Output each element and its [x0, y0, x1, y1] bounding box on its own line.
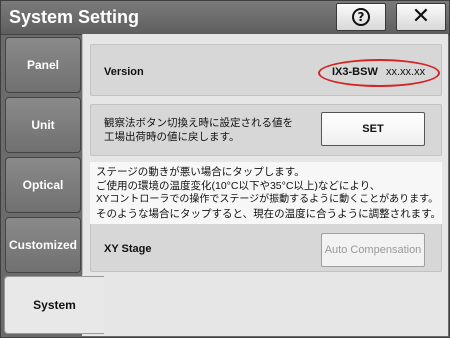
sidebar-item-label: System: [33, 298, 76, 312]
xy-stage-label: XY Stage: [104, 243, 152, 255]
help-button[interactable]: ?: [336, 3, 386, 31]
close-icon: ✕: [411, 4, 431, 29]
reset-description-line2: 工場出荷時の値に戻します。: [104, 131, 240, 143]
sidebar-item-label: Panel: [26, 58, 59, 72]
sidebar-item-label: Customized: [8, 238, 77, 252]
sidebar-item-system[interactable]: System: [4, 276, 104, 334]
set-button[interactable]: SET: [321, 112, 425, 146]
xy-stage-info-line1: ステージの動きが悪い場合にタップします。: [96, 166, 305, 178]
auto-compensation-label: Auto Compensation: [324, 244, 422, 256]
sidebar-item-customized[interactable]: Customized: [5, 217, 81, 273]
auto-compensation-button[interactable]: Auto Compensation: [321, 233, 425, 267]
sidebar-item-label: Unit: [31, 118, 55, 132]
title-bar: System Setting ? ✕: [1, 1, 449, 35]
version-number: xx.xx.xx: [386, 66, 426, 78]
reset-description-line1: 観察法ボタン切換え時に設定される値を: [104, 117, 293, 129]
version-product: IX3-BSW: [332, 66, 378, 78]
sidebar-item-optical[interactable]: Optical: [5, 157, 81, 213]
window-title: System Setting: [9, 7, 140, 27]
sidebar-item-panel[interactable]: Panel: [5, 37, 81, 93]
set-button-label: SET: [362, 123, 384, 135]
xy-stage-info-line4: そのような場合にタップすると、現在の温度に合うように調整されます。: [96, 208, 442, 220]
content-bottom: [82, 275, 448, 336]
question-circle-icon: ?: [352, 8, 370, 26]
xy-stage-info-line3: XYコントローラでの操作でステージが振動するように動くことがあります。: [96, 194, 439, 205]
version-label: Version: [104, 66, 144, 78]
close-button[interactable]: ✕: [396, 3, 446, 31]
sidebar-item-unit[interactable]: Unit: [5, 97, 81, 153]
sidebar-item-label: Optical: [22, 178, 64, 192]
xy-stage-info-line2: ご使用の環境の温度変化(10°C以下や35°C以上)などにより、: [96, 180, 381, 192]
